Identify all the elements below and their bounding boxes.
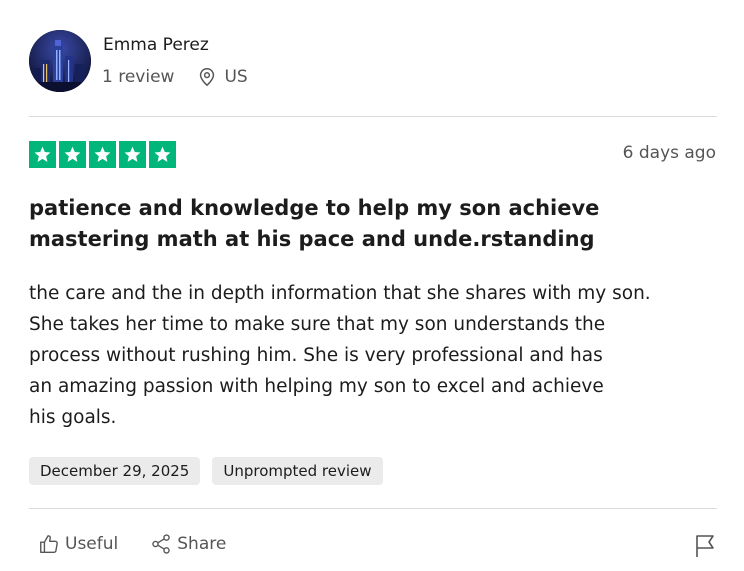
review-date-ago: 6 days ago [622,143,716,163]
star-icon [119,141,146,168]
thumbs-up-icon [40,535,58,553]
review-title[interactable]: patience and knowledge to help my son ac… [29,193,669,255]
star-rating [29,141,176,168]
share-label: Share [177,534,227,554]
reviewer-meta: 1 review US [102,66,248,88]
share-button[interactable]: Share [150,533,226,555]
star-icon [59,141,86,168]
review-count: 1 review [102,67,175,87]
experience-date-tag: December 29, 2025 [29,457,201,485]
review-body: the care and the in depth information th… [29,283,651,428]
share-icon [152,534,171,554]
reviewer-location: US [224,67,248,87]
header-divider [29,116,717,117]
footer-divider [29,508,717,509]
avatar[interactable] [29,30,91,92]
star-icon [29,141,56,168]
review-actions: Useful Share [38,533,226,555]
location-pin-icon [200,68,215,87]
useful-label: Useful [65,534,119,554]
unprompted-review-tag[interactable]: Unprompted review [212,457,383,485]
star-icon [149,141,176,168]
flag-icon[interactable] [695,534,717,558]
review-tags: December 29, 2025 Unprompted review [29,457,383,485]
useful-button[interactable]: Useful [38,533,118,555]
star-icon [89,141,116,168]
reviewer-name[interactable]: Emma Perez [103,35,209,55]
